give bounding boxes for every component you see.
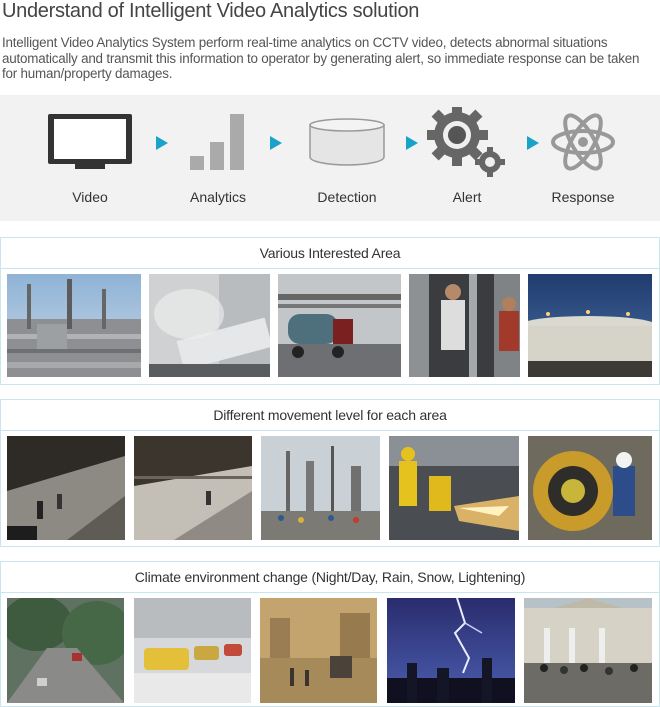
- photo-worker-machinery: [528, 436, 652, 540]
- flow-step-label: Analytics: [189, 189, 247, 205]
- flow-step-label: Response: [551, 189, 615, 205]
- section-movement-level: Different movement level for each area: [0, 399, 660, 547]
- section-heading: Different movement level for each area: [1, 400, 659, 431]
- photo-people-gates: [409, 274, 520, 377]
- flow-step-label: Alert: [452, 189, 482, 205]
- flow-step-alert: Alert: [417, 95, 517, 221]
- photo-pipe-steam: [149, 274, 270, 377]
- intro-paragraph: Intelligent Video Analytics System perfo…: [2, 35, 640, 81]
- photo-lightning-city: [387, 598, 515, 703]
- flow-step-video: Video: [40, 95, 140, 221]
- photo-worker-sparks: [389, 436, 519, 540]
- flow-step-analytics: Analytics: [168, 95, 268, 221]
- photo-taxi-snow: [134, 598, 251, 703]
- flow-arrow: [156, 136, 168, 150]
- section-climate-change: Climate environment change (Night/Day, R…: [0, 561, 660, 707]
- database-icon: [297, 109, 397, 175]
- photo-street-night: [7, 436, 125, 540]
- photo-refinery: [7, 274, 141, 377]
- flow-step-response: Response: [533, 95, 633, 221]
- photo-sidewalk-pedestrian: [134, 436, 252, 540]
- section-heading: Climate environment change (Night/Day, R…: [1, 562, 659, 593]
- flow-step-detection: Detection: [297, 95, 397, 221]
- flow-arrow: [270, 136, 282, 150]
- page-title: Understand of Intelligent Video Analytic…: [2, 0, 420, 22]
- photo-industrial-workers: [261, 436, 380, 540]
- atom-icon: [533, 109, 633, 175]
- photo-tanker-truck: [278, 274, 401, 377]
- photo-storage-tanks: [528, 274, 652, 377]
- photo-crowd-building: [524, 598, 652, 703]
- monitor-icon: [40, 109, 140, 175]
- photo-rainy-street: [7, 598, 124, 703]
- gears-icon: [417, 107, 517, 177]
- analytics-flow: Video Analytics Detection Alert Response: [0, 95, 660, 221]
- bar-chart-icon: [168, 109, 268, 175]
- photo-sandstorm-street: [260, 598, 377, 703]
- flow-step-label: Video: [72, 189, 108, 205]
- section-heading: Various Interested Area: [1, 238, 659, 269]
- section-interested-area: Various Interested Area: [0, 237, 660, 385]
- flow-step-label: Detection: [317, 189, 377, 205]
